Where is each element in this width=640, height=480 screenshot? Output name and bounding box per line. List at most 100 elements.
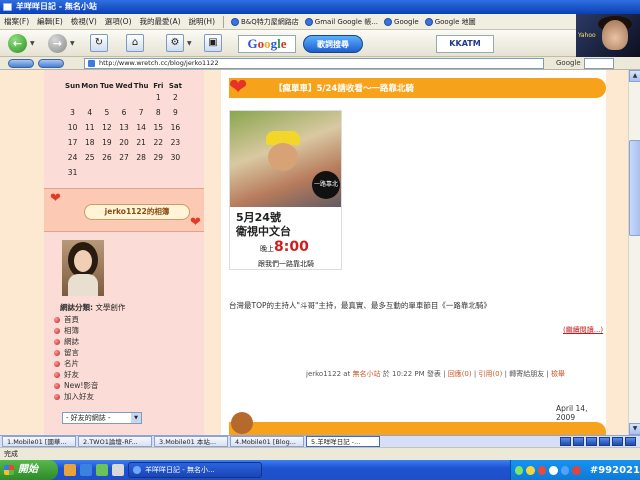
calendar-date[interactable]: 19 <box>98 138 115 147</box>
calendar-date[interactable]: 6 <box>115 108 132 117</box>
album-title[interactable]: jerko1122的相簿 <box>84 204 190 220</box>
menu-file[interactable]: 檔案(F) <box>0 16 33 27</box>
sidebar-item-video[interactable]: New!影音 <box>54 380 98 391</box>
calendar-date[interactable]: 29 <box>150 153 167 162</box>
post-image[interactable]: 一路靠北騎 5月24號 衛視中文台 晚上8:00 跟我們一路靠北騎 <box>229 110 342 270</box>
calendar-date[interactable]: 21 <box>133 138 150 147</box>
calendar-date[interactable]: 1 <box>150 93 167 102</box>
calendar-date[interactable]: 20 <box>115 138 132 147</box>
calendar-date[interactable]: 28 <box>133 153 150 162</box>
calendar-date[interactable]: 18 <box>81 138 98 147</box>
calendar-date[interactable]: 10 <box>64 123 81 132</box>
post-title[interactable]: 【瘋單車】5/24請收看～一路靠北騎 <box>274 82 414 94</box>
calendar-date[interactable]: 22 <box>150 138 167 147</box>
tray-icon[interactable] <box>560 465 570 475</box>
quicklaunch-icon[interactable] <box>64 464 76 476</box>
google-search-input[interactable] <box>583 57 614 69</box>
lyrics-search-button[interactable]: 歌詞搜尋 <box>303 35 363 53</box>
calendar-date[interactable]: 5 <box>98 108 115 117</box>
vertical-scrollbar[interactable]: ▲ ▼ <box>628 70 640 435</box>
menu-view[interactable]: 檢視(V) <box>67 16 101 27</box>
tab-control-icon[interactable] <box>586 437 597 446</box>
desktop-icon[interactable] <box>96 464 108 476</box>
scroll-down-icon[interactable]: ▼ <box>629 423 640 435</box>
friends-blog-select[interactable]: - 好友的網誌 - ▼ <box>62 412 142 424</box>
links-menu-pill[interactable] <box>38 58 64 68</box>
tray-icon[interactable] <box>549 465 558 475</box>
calendar-date[interactable]: 11 <box>81 123 98 132</box>
quicklaunch-icon[interactable] <box>112 464 124 476</box>
taskbar-browser-window[interactable]: 羊咩咩日記 - 無名小... <box>128 462 262 478</box>
tray-icon[interactable] <box>572 465 581 475</box>
tab-control-icon[interactable] <box>573 437 584 446</box>
reply-link[interactable]: 回應(0) <box>448 370 472 378</box>
ie-icon[interactable] <box>80 464 92 476</box>
tab-mobile01-4[interactable]: 4.Mobile01 [Blog... <box>230 436 304 447</box>
scroll-thumb[interactable] <box>629 140 640 236</box>
tab-two1[interactable]: 2.TWO1論壇-RF... <box>78 436 152 447</box>
read-more-link[interactable]: (繼續閱讀...) <box>563 325 603 335</box>
google-toolbar-logo[interactable]: Google <box>238 35 296 53</box>
tray-icon[interactable] <box>537 465 547 475</box>
tab-mobile01-1[interactable]: 1.Mobile01 [國華... <box>2 436 76 447</box>
favorite-google-maps[interactable]: Google 地圖 <box>422 17 479 27</box>
calendar-date[interactable]: 31 <box>64 168 81 177</box>
calendar-date[interactable]: 24 <box>64 153 81 162</box>
calendar-date[interactable]: 16 <box>167 123 184 132</box>
start-button[interactable]: 開始 <box>0 460 58 480</box>
profile-photo[interactable] <box>62 240 104 296</box>
back-button[interactable]: ← <box>8 34 27 53</box>
menu-edit[interactable]: 編輯(E) <box>33 16 67 27</box>
calendar-date[interactable]: 12 <box>98 123 115 132</box>
calendar-date[interactable]: 13 <box>115 123 132 132</box>
calendar-date[interactable]: 26 <box>98 153 115 162</box>
calendar-date[interactable]: 2 <box>167 93 184 102</box>
tray-icon[interactable] <box>515 465 524 475</box>
home-icon[interactable]: ⌂ <box>126 34 144 52</box>
tab-control-icon[interactable] <box>625 437 636 446</box>
back-dropdown-icon[interactable]: ▼ <box>30 40 35 47</box>
calendar-date[interactable]: 30 <box>167 153 184 162</box>
calendar-date[interactable]: 4 <box>81 108 98 117</box>
category-value[interactable]: 文學創作 <box>95 303 125 312</box>
calendar-date[interactable]: 7 <box>133 108 150 117</box>
forward-link[interactable]: 轉寄給朋友 <box>509 370 544 378</box>
tab-mobile01-3[interactable]: 3.Mobile01 本站... <box>154 436 228 447</box>
calendar-date[interactable]: 17 <box>64 138 81 147</box>
kkatm-button[interactable]: KKATM <box>436 35 494 53</box>
sidebar-item-card[interactable]: 名片 <box>54 358 98 369</box>
sidebar-item-friends[interactable]: 好友 <box>54 369 98 380</box>
sidebar-item-home[interactable]: 首頁 <box>54 314 98 325</box>
favorite-bq[interactable]: B&Q特力屋網路店 <box>228 17 302 27</box>
calendar-date[interactable]: 14 <box>133 123 150 132</box>
tools-dropdown-icon[interactable]: ▼ <box>187 40 192 47</box>
calendar-date[interactable]: 23 <box>167 138 184 147</box>
pack-icon[interactable]: ▣ <box>204 34 222 52</box>
trackback-link[interactable]: 引用(0) <box>478 370 502 378</box>
address-menu-pill[interactable] <box>8 58 34 68</box>
url-input[interactable]: http://www.wretch.cc/blog/jerko1122 <box>84 57 544 69</box>
sidebar-item-blog[interactable]: 網誌 <box>54 336 98 347</box>
menu-help[interactable]: 說明(H) <box>185 16 220 27</box>
menu-options[interactable]: 選項(O) <box>101 16 136 27</box>
calendar-date[interactable]: 9 <box>167 108 184 117</box>
tools-icon[interactable]: ⚙ <box>166 34 184 52</box>
favorite-gmail[interactable]: Gmail Google 帳... <box>302 17 381 27</box>
menu-favorites[interactable]: 我的最愛(A) <box>136 16 185 27</box>
tray-icon[interactable] <box>526 465 535 475</box>
tab-yangmieh[interactable]: 5.羊咩咩日記 -... <box>306 436 380 447</box>
refresh-icon[interactable]: ↻ <box>90 34 108 52</box>
tab-control-icon[interactable] <box>612 437 623 446</box>
forward-button[interactable]: → <box>48 34 67 53</box>
calendar-date[interactable]: 27 <box>115 153 132 162</box>
calendar-date[interactable]: 25 <box>81 153 98 162</box>
site-link[interactable]: 無名小站 <box>353 370 381 378</box>
sidebar-item-album[interactable]: 相簿 <box>54 325 98 336</box>
forward-dropdown-icon[interactable]: ▼ <box>70 40 75 47</box>
calendar-date[interactable]: 3 <box>64 108 81 117</box>
report-link[interactable]: 檢舉 <box>551 370 565 378</box>
calendar-date[interactable]: 8 <box>150 108 167 117</box>
calendar-date[interactable]: 15 <box>150 123 167 132</box>
sidebar-item-add-friend[interactable]: 加入好友 <box>54 391 98 402</box>
scroll-up-icon[interactable]: ▲ <box>629 70 640 82</box>
